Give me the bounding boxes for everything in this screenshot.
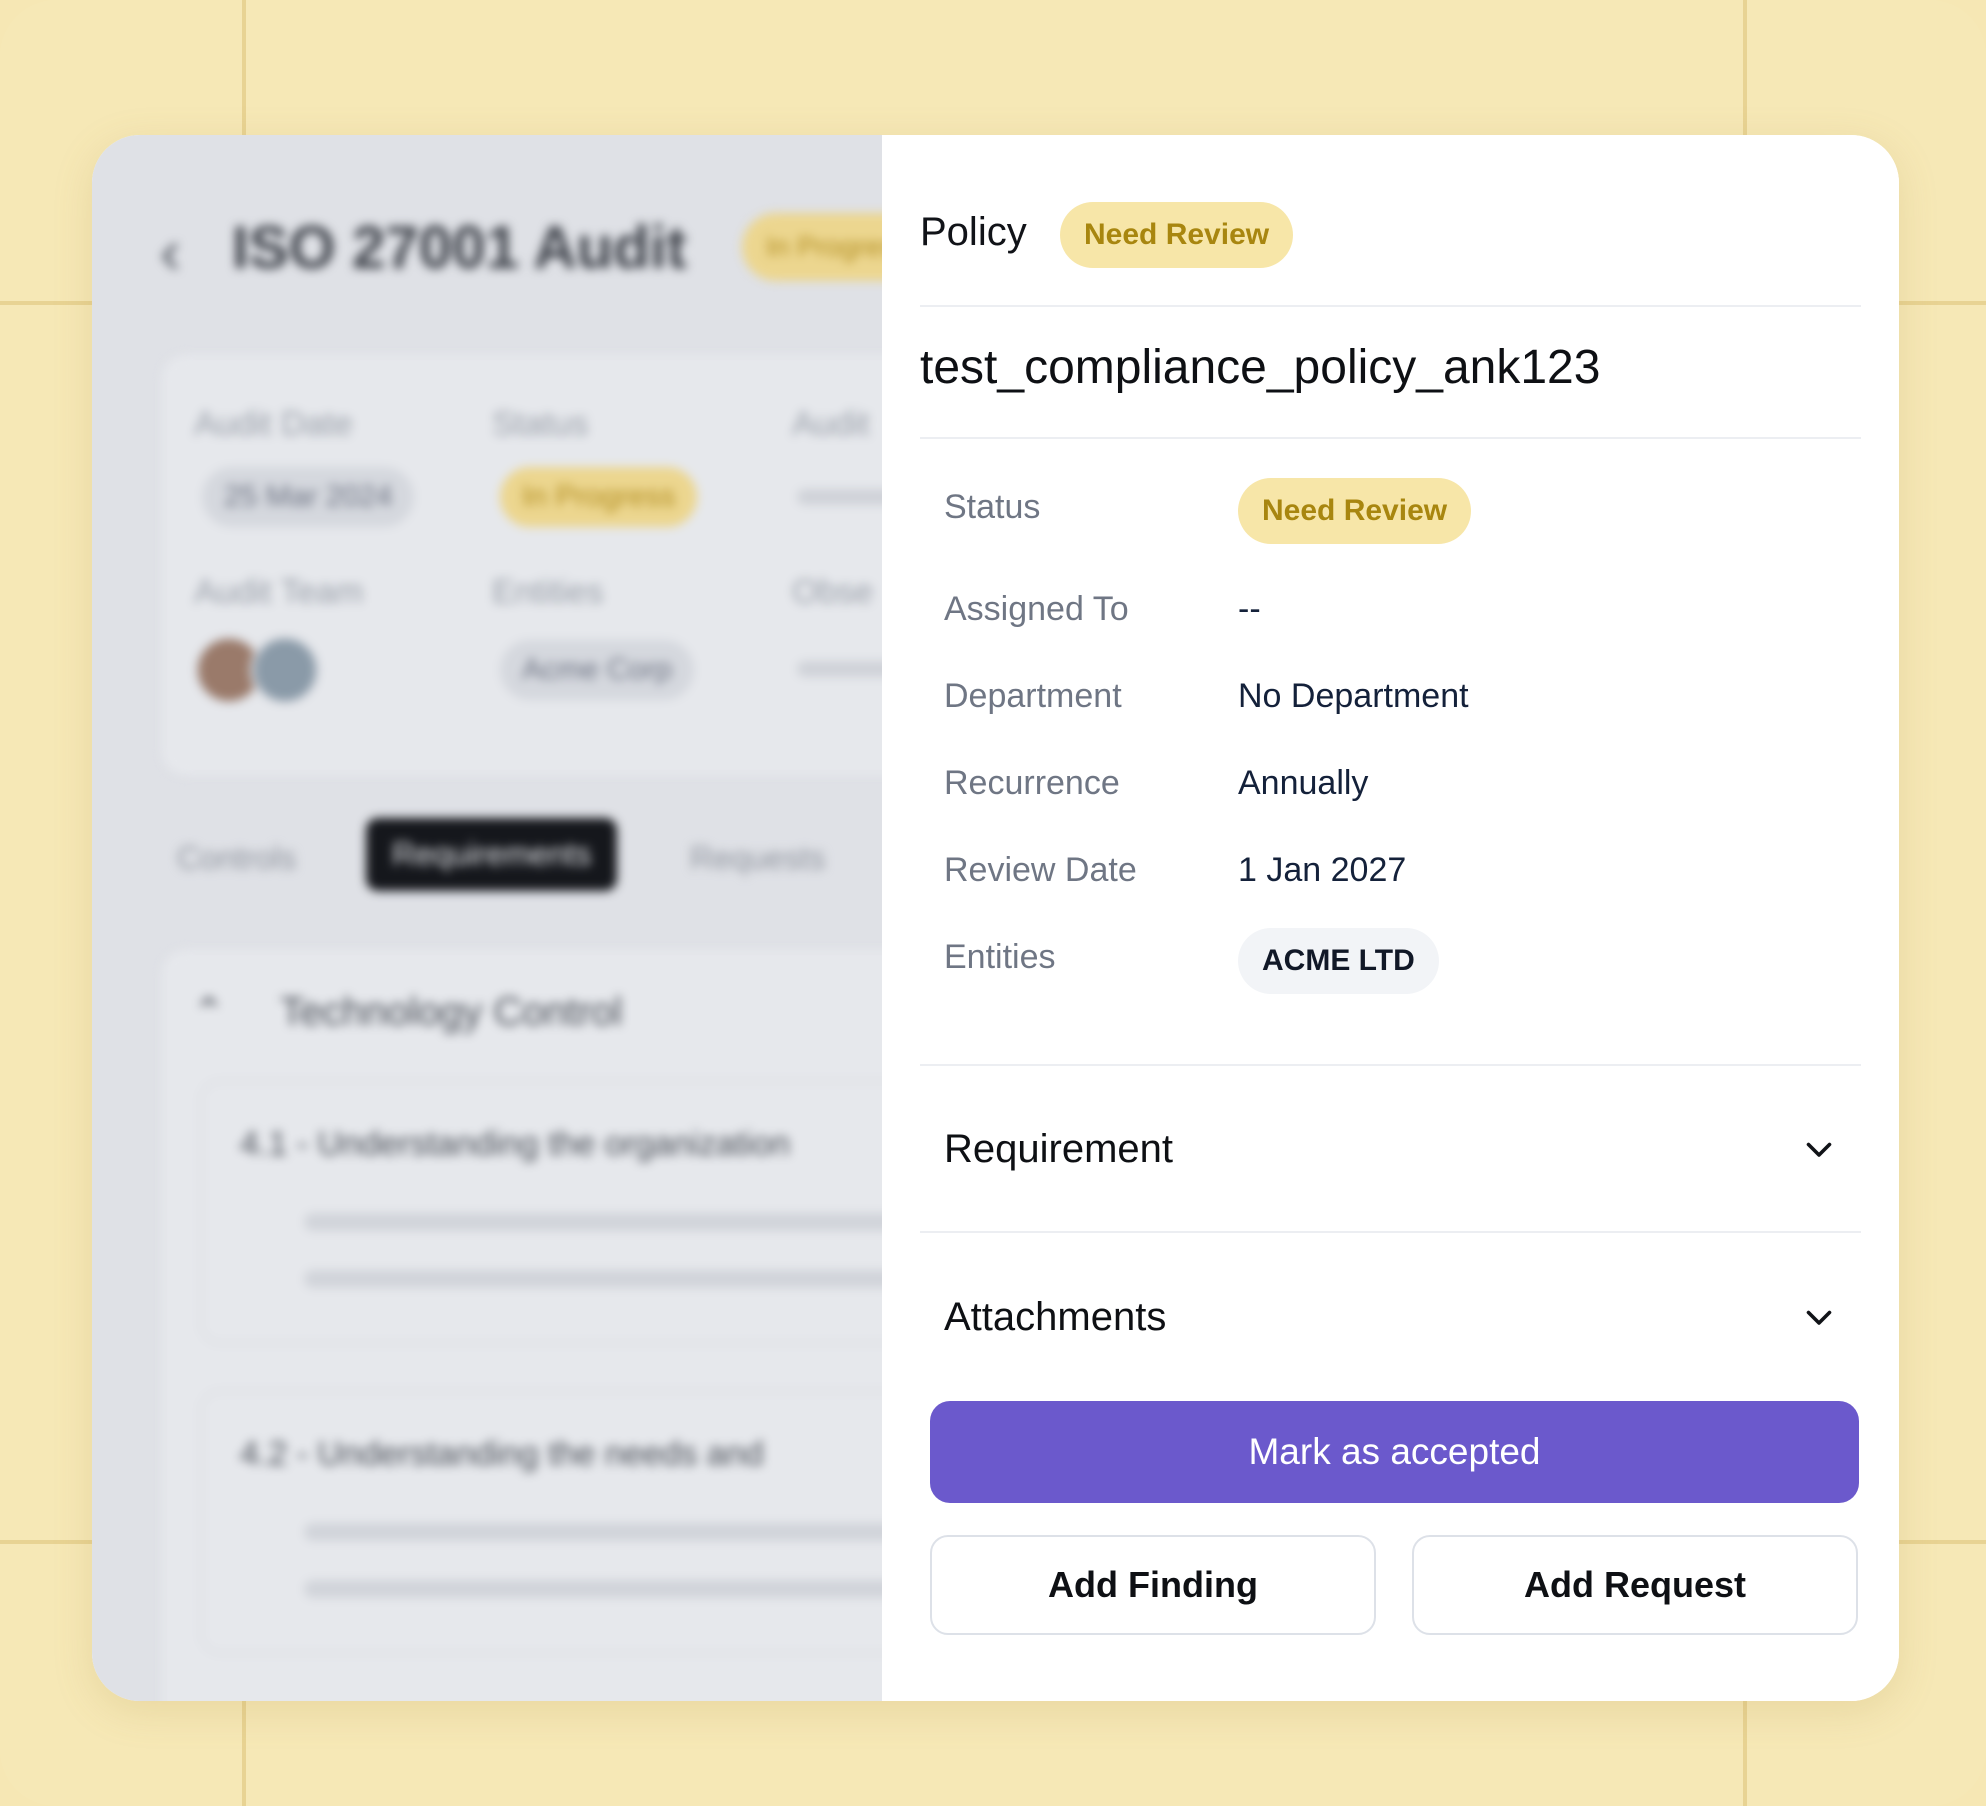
back-chevron-icon[interactable]: ‹ — [160, 217, 181, 288]
header-status-badge: Need Review — [1060, 202, 1294, 268]
add-finding-button[interactable]: Add Finding — [930, 1535, 1376, 1635]
audit-info-card: Audit Date Status Audit 25 Mar 2024 In P… — [162, 355, 882, 775]
backdrop: ‹ ISO 27001 Audit In Progress Audit Date… — [0, 0, 1986, 1806]
entity-chip: Acme Corp — [500, 640, 695, 700]
requirement-accordion-title: Requirement — [944, 1126, 1174, 1171]
entity-chip: ACME LTD — [1238, 928, 1439, 994]
chevron-down-icon[interactable] — [1801, 1299, 1837, 1335]
status-chip: In Progress — [500, 467, 698, 527]
review-date-label: Review Date — [944, 851, 1137, 889]
status-label: Status — [944, 488, 1041, 526]
placeholder-line — [797, 489, 882, 505]
app-window: ‹ ISO 27001 Audit In Progress Audit Date… — [92, 135, 1899, 1701]
background-page: ‹ ISO 27001 Audit In Progress Audit Date… — [92, 135, 882, 1701]
tab-requests[interactable]: Requests — [690, 840, 825, 877]
review-date-value: 1 Jan 2027 — [1238, 851, 1407, 889]
entities-label: Entities — [492, 573, 604, 611]
observations-label: Obse — [792, 573, 874, 611]
mark-as-accepted-button[interactable]: Mark as accepted — [930, 1401, 1859, 1503]
department-label: Department — [944, 677, 1122, 715]
tab-controls[interactable]: Controls — [177, 840, 296, 877]
requirement-item-title[interactable]: 4.2 - Understanding the needs and — [240, 1435, 764, 1474]
audit-date-chip: 25 Mar 2024 — [202, 467, 415, 527]
assigned-to-label: Assigned To — [944, 590, 1129, 628]
entities-label: Entities — [944, 938, 1056, 976]
requirement-item — [200, 1390, 882, 1654]
background-page-content: ‹ ISO 27001 Audit In Progress Audit Date… — [92, 135, 882, 1701]
audit-date-label: Audit Date — [194, 405, 353, 443]
divider — [920, 305, 1861, 307]
attachments-accordion[interactable]: Attachments — [920, 1257, 1861, 1377]
divider — [920, 1064, 1861, 1066]
department-value: No Department — [1238, 677, 1469, 715]
placeholder-line — [797, 661, 882, 677]
recurrence-label: Recurrence — [944, 764, 1120, 802]
requirement-item — [200, 1080, 882, 1344]
placeholder-line — [304, 1523, 882, 1541]
item-type-label: Policy — [920, 210, 1027, 254]
recurrence-value: Annually — [1238, 764, 1369, 802]
policy-title: test_compliance_policy_ank123 — [920, 341, 1601, 394]
audit-team-label: Audit Team — [194, 573, 364, 611]
chevron-down-icon[interactable] — [1801, 1131, 1837, 1167]
audit-title: ISO 27001 Audit — [232, 214, 687, 281]
placeholder-line — [304, 1213, 882, 1231]
auditor-label: Audit — [792, 405, 870, 443]
policy-detail-panel: Policy Need Review test_compliance_polic… — [882, 135, 1899, 1701]
divider — [920, 437, 1861, 439]
status-label: Status — [492, 405, 589, 443]
assigned-to-value[interactable]: -- — [1238, 590, 1261, 629]
attachments-accordion-title: Attachments — [944, 1294, 1167, 1339]
requirement-accordion[interactable]: Requirement — [920, 1089, 1861, 1209]
audit-status-badge: In Progress — [742, 213, 882, 281]
divider — [920, 1231, 1861, 1233]
status-badge: Need Review — [1238, 478, 1472, 544]
add-request-button[interactable]: Add Request — [1412, 1535, 1858, 1635]
section-title: Technology Control — [280, 990, 623, 1034]
placeholder-line — [304, 1270, 882, 1288]
requirement-item-title[interactable]: 4.1 - Understanding the organization — [240, 1125, 790, 1164]
avatar — [250, 635, 320, 705]
chevron-up-icon[interactable]: ⌃ — [192, 990, 226, 1036]
placeholder-line — [304, 1580, 882, 1598]
tab-requirements[interactable]: Requirements — [366, 818, 618, 891]
